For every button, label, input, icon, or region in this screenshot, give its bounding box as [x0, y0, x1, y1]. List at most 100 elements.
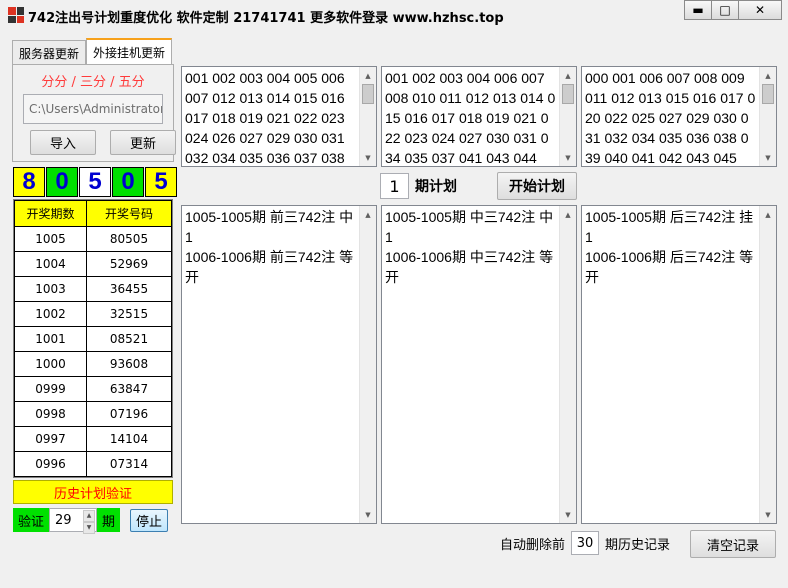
number-cell: 32515 — [86, 301, 172, 327]
front-three-results: 1005-1005期 前三742注 中1 1006-1006期 前三742注 等… — [185, 209, 354, 285]
update-button[interactable]: 更新 — [110, 130, 176, 155]
lottery-type-label: 分分 / 三分 / 五分 — [41, 75, 145, 90]
table-row[interactable]: 1002 32515 — [14, 301, 172, 327]
scrollbar[interactable]: ▲ ▼ — [359, 67, 376, 166]
scroll-up-icon[interactable]: ▲ — [360, 67, 376, 84]
table-row[interactable]: 1005 80505 — [14, 226, 172, 252]
number-cell: 07314 — [86, 451, 172, 477]
scroll-thumb[interactable] — [362, 84, 374, 104]
number-cell: 08521 — [86, 326, 172, 352]
stop-button[interactable]: 停止 — [130, 508, 169, 532]
digit-2: 0 — [46, 167, 78, 197]
front-three-results-list[interactable]: 1005-1005期 前三742注 中1 1006-1006期 前三742注 等… — [181, 205, 377, 524]
auto-delete-label: 自动删除前 — [500, 537, 566, 553]
table-row[interactable]: 0999 63847 — [14, 376, 172, 402]
history-records-label: 期历史记录 — [605, 537, 671, 553]
scroll-down-icon[interactable]: ▼ — [360, 506, 376, 523]
path-field[interactable]: C:\Users\Administrator\ — [23, 94, 163, 124]
scroll-down-icon[interactable]: ▼ — [760, 506, 776, 523]
scrollbar[interactable]: ▲ ▼ — [559, 67, 576, 166]
middle-three-numbers-list[interactable]: 001 002 003 004 006 007 008 010 011 012 … — [381, 66, 577, 167]
number-cell: 93608 — [86, 351, 172, 377]
scroll-thumb[interactable] — [562, 84, 574, 104]
history-verify-label: 历史计划验证 — [13, 480, 173, 504]
scrollbar[interactable]: ▲ ▼ — [559, 206, 576, 523]
scrollbar[interactable]: ▲ ▼ — [359, 206, 376, 523]
digit-5: 5 — [145, 167, 177, 197]
plan-periods-input[interactable]: 1 — [380, 173, 409, 199]
period-cell: 0999 — [14, 376, 87, 402]
table-row[interactable]: 1000 93608 — [14, 351, 172, 377]
minimize-button[interactable]: ▬ — [684, 0, 712, 20]
number-cell: 63847 — [86, 376, 172, 402]
scroll-up-icon[interactable]: ▲ — [560, 67, 576, 84]
scrollbar[interactable]: ▲ ▼ — [759, 67, 776, 166]
period-cell: 1003 — [14, 276, 87, 302]
column-header-period: 开奖期数 — [14, 200, 87, 227]
scroll-down-icon[interactable]: ▼ — [560, 149, 576, 166]
verify-suffix-label: 期 — [97, 508, 121, 532]
tab-server-update[interactable]: 服务器更新 — [12, 40, 87, 64]
scroll-up-icon[interactable]: ▲ — [360, 206, 376, 223]
close-button[interactable]: ✕ — [738, 0, 782, 20]
period-cell: 0997 — [14, 426, 87, 452]
number-cell: 80505 — [86, 226, 172, 252]
number-cell: 36455 — [86, 276, 172, 302]
table-row[interactable]: 1001 08521 — [14, 326, 172, 352]
scroll-up-icon[interactable]: ▲ — [760, 206, 776, 223]
stepper-arrows: ▲ ▼ — [83, 510, 96, 534]
table-row[interactable]: 1004 52969 — [14, 251, 172, 277]
period-cell: 1001 — [14, 326, 87, 352]
table-row[interactable]: 0998 07196 — [14, 401, 172, 427]
table-header: 开奖期数 开奖号码 — [14, 200, 172, 227]
auto-delete-controls: 自动删除前 30 期历史记录 — [500, 530, 670, 556]
stepper-down-icon[interactable]: ▼ — [83, 522, 96, 534]
number-cell: 14104 — [86, 426, 172, 452]
period-cell: 1005 — [14, 226, 87, 252]
back-three-numbers-list[interactable]: 000 001 006 007 008 009 011 012 013 015 … — [581, 66, 777, 167]
scroll-thumb[interactable] — [762, 84, 774, 104]
verify-periods-stepper[interactable]: 29 ▲ ▼ — [49, 508, 98, 534]
stepper-up-icon[interactable]: ▲ — [83, 510, 96, 522]
update-tabs: 服务器更新 外接挂机更新 — [12, 38, 174, 64]
scroll-up-icon[interactable]: ▲ — [760, 67, 776, 84]
period-cell: 1004 — [14, 251, 87, 277]
front-three-numbers-list[interactable]: 001 002 003 004 005 006 007 012 013 014 … — [181, 66, 377, 167]
scroll-up-icon[interactable]: ▲ — [560, 206, 576, 223]
digit-4: 0 — [112, 167, 144, 197]
start-plan-button[interactable]: 开始计划 — [497, 172, 577, 200]
latest-draw-digits: 8 0 5 0 5 — [13, 167, 178, 197]
middle-three-numbers: 001 002 003 004 006 007 008 010 011 012 … — [385, 70, 556, 166]
column-header-number: 开奖号码 — [86, 200, 172, 227]
auto-delete-input[interactable]: 30 — [571, 531, 600, 555]
import-button[interactable]: 导入 — [30, 130, 96, 155]
scroll-down-icon[interactable]: ▼ — [560, 506, 576, 523]
maximize-button[interactable]: □ — [711, 0, 739, 20]
window-title: 742注出号计划重度优化 软件定制 21741741 更多软件登录 www.hz… — [28, 11, 504, 26]
scroll-down-icon[interactable]: ▼ — [760, 149, 776, 166]
middle-three-results-list[interactable]: 1005-1005期 中三742注 中1 1006-1006期 中三742注 等… — [381, 205, 577, 524]
tab-external-update[interactable]: 外接挂机更新 — [86, 38, 173, 64]
back-three-results-list[interactable]: 1005-1005期 后三742注 挂1 1006-1006期 后三742注 等… — [581, 205, 777, 524]
draw-history-table[interactable]: 开奖期数 开奖号码 1005 80505 1004 52969 1003 36455 … — [13, 199, 173, 478]
verify-prefix-label: 验证 — [13, 508, 50, 532]
scrollbar[interactable]: ▲ ▼ — [759, 206, 776, 523]
back-three-numbers: 000 001 006 007 008 009 011 012 013 015 … — [585, 70, 756, 166]
period-cell: 1000 — [14, 351, 87, 377]
plan-controls: 1 期计划 — [380, 173, 457, 199]
digit-3: 5 — [79, 167, 111, 197]
window-controls: ▬ □ ✕ — [684, 0, 782, 20]
table-row[interactable]: 0997 14104 — [14, 426, 172, 452]
middle-three-results: 1005-1005期 中三742注 中1 1006-1006期 中三742注 等… — [385, 209, 554, 285]
update-panel: 服务器更新 外接挂机更新 分分 / 三分 / 五分 C:\Users\Admin… — [12, 38, 176, 162]
app-icon — [8, 7, 24, 23]
clear-records-button[interactable]: 清空记录 — [690, 530, 776, 558]
period-cell: 0996 — [14, 451, 87, 477]
number-cell: 52969 — [86, 251, 172, 277]
verify-periods-value: 29 — [55, 512, 72, 528]
number-cell: 07196 — [86, 401, 172, 427]
table-row[interactable]: 0996 07314 — [14, 451, 172, 477]
table-row[interactable]: 1003 36455 — [14, 276, 172, 302]
period-cell: 0998 — [14, 401, 87, 427]
scroll-down-icon[interactable]: ▼ — [360, 149, 376, 166]
